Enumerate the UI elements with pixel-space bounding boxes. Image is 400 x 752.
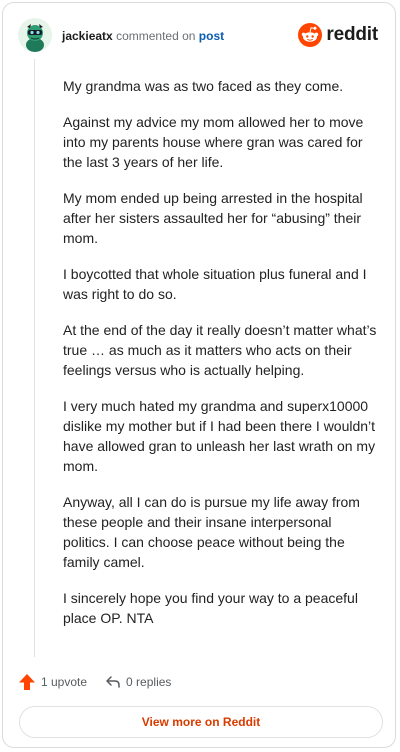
thread-line: [34, 59, 35, 657]
post-link[interactable]: post: [199, 29, 224, 43]
user-avatar[interactable]: [18, 18, 52, 52]
comment-body: My grandma was as two faced as they come…: [63, 76, 378, 644]
reddit-wordmark: reddit: [326, 24, 378, 45]
reddit-snoo-icon: [298, 23, 323, 47]
action-text: commented on: [116, 29, 196, 43]
comment-header: jackieatx commented on post reddit: [18, 18, 380, 56]
replies-button[interactable]: 0 replies: [105, 674, 171, 690]
view-more-button[interactable]: View more on Reddit: [19, 706, 383, 738]
upvote-arrow-icon: [19, 674, 35, 690]
comment-paragraph: Against my advice my mom allowed her to …: [63, 114, 364, 170]
replies-count: 0 replies: [126, 675, 172, 689]
comment-paragraph: I boycotted that whole situation plus fu…: [63, 266, 367, 302]
snoo-avatar-icon: [18, 18, 52, 52]
comment-embed-card: jackieatx commented on post reddit My gr…: [2, 2, 396, 748]
comment-actions: 1 upvote 0 replies: [18, 671, 171, 693]
comment-paragraph: Anyway, all I can do is pursue my life a…: [63, 494, 360, 570]
comment-paragraph: I sincerely hope you find your way to a …: [63, 590, 358, 626]
comment-paragraph: I very much hated my grandma and superx1…: [63, 398, 376, 474]
upvote-button[interactable]: 1 upvote: [18, 673, 87, 691]
upvote-count: 1 upvote: [41, 675, 88, 689]
comment-meta: jackieatx commented on post: [62, 28, 224, 44]
reddit-logo[interactable]: reddit: [298, 21, 378, 49]
reply-arrow-icon: [106, 676, 120, 688]
comment-paragraph: My grandma was as two faced as they come…: [63, 78, 344, 94]
comment-paragraph: At the end of the day it really doesn’t …: [63, 322, 377, 378]
username-link[interactable]: jackieatx: [62, 29, 113, 43]
comment-paragraph: My mom ended up being arrested in the ho…: [63, 190, 363, 246]
